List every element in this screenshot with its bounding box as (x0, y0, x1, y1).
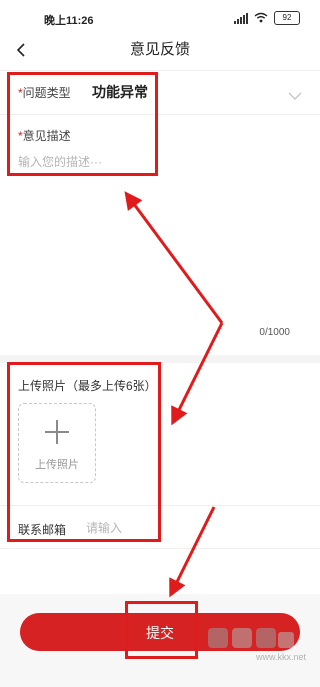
row-divider (0, 548, 320, 549)
upload-photo-label: 上传照片 (35, 459, 79, 471)
watermark-url: www.kkx.net (255, 652, 306, 662)
arrow-to-upload (171, 322, 224, 426)
back-arrow-icon[interactable] (12, 40, 32, 60)
issue-type-label: *问题类型 (18, 84, 71, 101)
row-divider (0, 114, 320, 115)
description-input[interactable] (18, 153, 298, 303)
upload-photo-button[interactable]: 上传照片 (18, 403, 96, 483)
email-field[interactable] (86, 518, 286, 538)
description-label-text: 意见描述 (22, 129, 71, 143)
issue-type-label-text: 问题类型 (22, 86, 71, 100)
annotation-arrows (124, 191, 224, 598)
upload-title: 上传照片（最多上传6张） (18, 379, 157, 393)
plus-icon (43, 418, 71, 446)
char-count: 0/1000 (259, 327, 290, 338)
email-label: 联系邮箱 (18, 523, 67, 537)
watermark: www.kkx.net (196, 624, 306, 668)
issue-type-value[interactable]: 功能异常 (92, 82, 148, 102)
battery-icon: 92 (274, 11, 300, 25)
header-divider (0, 70, 320, 71)
signal-icon (234, 12, 248, 24)
chevron-down-icon[interactable] (288, 88, 302, 100)
row-divider (0, 505, 320, 506)
status-icons: 92 (234, 11, 300, 25)
section-separator (0, 355, 320, 363)
watermark-logo (208, 628, 294, 648)
wifi-icon (254, 12, 268, 25)
status-time: 晚上11:26 (44, 15, 94, 27)
page-title: 意见反馈 (129, 41, 190, 58)
nav-bar: 意见反馈 (0, 36, 320, 66)
description-label: *意见描述 (18, 127, 71, 144)
status-bar: 晚上11:26 92 (0, 0, 320, 36)
